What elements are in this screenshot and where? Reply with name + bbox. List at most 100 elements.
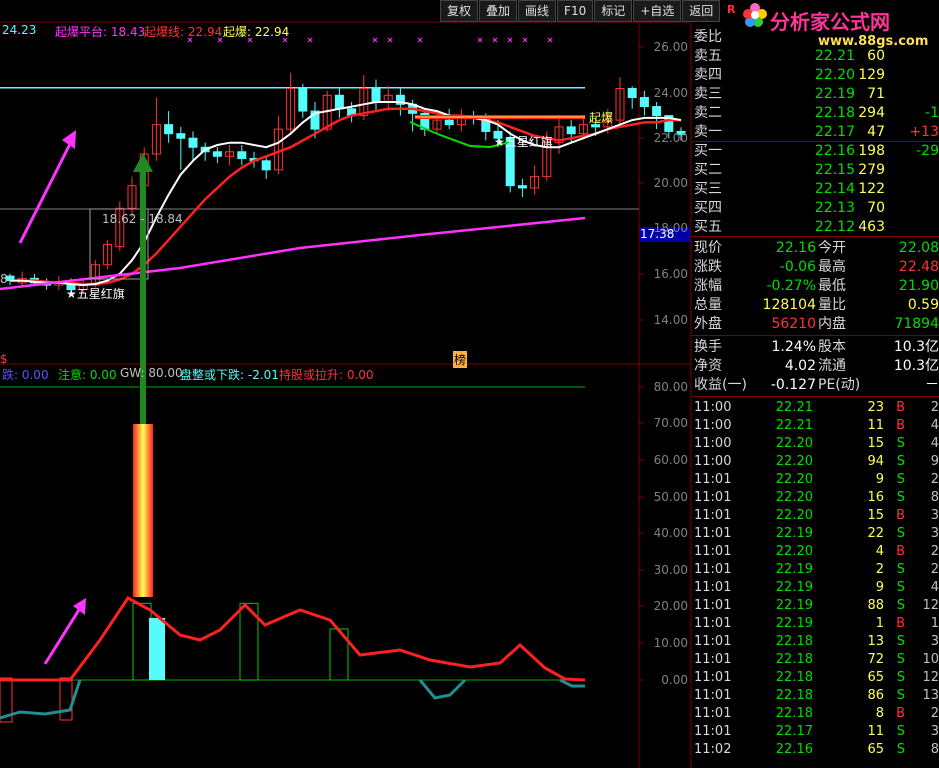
tick-side: S [896, 472, 905, 487]
candle-down [164, 124, 174, 135]
tick-price: 22.19 [775, 580, 813, 595]
tick-count: 4 [930, 418, 939, 433]
stat2-label-2: 流通 [818, 358, 846, 374]
tick-count: 8 [930, 490, 939, 505]
tick-list[interactable]: 11:00 22.21 23 B 2 11:00 22.21 11 B 4 11:00 22.20 15… [692, 399, 939, 768]
tick-side: S [896, 634, 905, 649]
ind-tick: 40.00 [653, 526, 688, 540]
tick-row: 11:00 22.21 11 B 4 [692, 417, 939, 435]
tick-time: 11:01 [694, 490, 732, 505]
top-marker-cross [522, 37, 528, 43]
hold-readout: 持股或拉升: 0.00 [279, 368, 374, 382]
stat-value-2: 0.59 [907, 297, 939, 313]
tick-time: 11:02 [694, 742, 732, 757]
price-tick: 20.00 [653, 176, 688, 190]
indicator-teal-line-mid [418, 678, 467, 700]
gw-readout: GW: 80.00 [120, 366, 183, 380]
registered-badge: R [727, 3, 736, 16]
tick-time: 11:00 [694, 418, 732, 433]
tick-row: 11:01 22.18 8 B 2 [692, 705, 939, 723]
draw-line-button[interactable]: 画线 [518, 0, 557, 22]
flower-logo-icon [742, 2, 768, 28]
ind-tick: 70.00 [653, 416, 688, 430]
bid-volume: 198 [858, 143, 885, 159]
price-tick: 14.00 [653, 313, 688, 327]
add-watchlist-button[interactable]: +自选 [633, 0, 682, 22]
back-button[interactable]: 返回 [682, 0, 721, 22]
ask-row: 卖二 22.18 294 -1 [692, 104, 939, 123]
price-tick: 22.00 [653, 131, 688, 145]
stat-label: 总量 [694, 297, 722, 313]
ask-volume: 129 [858, 67, 885, 83]
ask-label: 卖四 [694, 67, 722, 83]
bang-tag: 榜 [453, 351, 468, 368]
magenta-arrow-head-ind [73, 598, 86, 615]
candle-down [566, 126, 576, 135]
stat2-value: -0.127 [770, 377, 816, 393]
bid-label: 买二 [694, 162, 722, 178]
tick-side: B [896, 706, 905, 721]
stat2-value-2: 10.3亿 [893, 339, 939, 355]
ind-tick: 50.00 [653, 490, 688, 504]
tick-volume: 13 [867, 634, 884, 649]
candle-down [652, 106, 662, 117]
stat2-label-2: 股本 [818, 339, 846, 355]
tick-time: 11:00 [694, 454, 732, 469]
stat2-value-2: 10.3亿 [893, 358, 939, 374]
stock-chart-window: 复权 叠加 画线 F10 标记 +自选 返回 R 分析家公式网 www.88gs… [0, 0, 939, 768]
tick-side: S [896, 436, 905, 451]
tick-count: 2 [930, 562, 939, 577]
stat2-row: 净资 4.02 流通 10.3亿 [692, 357, 939, 376]
tick-volume: 94 [867, 454, 884, 469]
tick-price: 22.18 [775, 634, 813, 649]
tick-volume: 22 [867, 526, 884, 541]
tick-row: 11:01 22.19 9 S 4 [692, 579, 939, 597]
tick-side: S [896, 742, 905, 757]
tick-row: 11:01 22.18 13 S 3 [692, 633, 939, 651]
bid-row: 买二 22.15 279 [692, 161, 939, 180]
stat-label-2: 最低 [818, 278, 846, 294]
stat-value: 128104 [762, 297, 816, 313]
bid-label: 买四 [694, 200, 722, 216]
bid-volume: 279 [858, 162, 885, 178]
bid-price: 22.15 [814, 162, 855, 178]
restore-rights-button[interactable]: 复权 [440, 0, 479, 22]
overlay-button[interactable]: 叠加 [479, 0, 518, 22]
candle-down [237, 151, 247, 160]
stat-label: 外盘 [694, 316, 722, 332]
mark-button[interactable]: 标记 [594, 0, 633, 22]
tick-row: 11:01 22.17 11 S 3 [692, 723, 939, 741]
tick-volume: 2 [875, 562, 884, 577]
tick-side: S [896, 562, 905, 577]
stat-row: 外盘 56210 内盘 71894 [692, 315, 939, 334]
tick-price: 22.16 [775, 742, 813, 757]
ask-price: 22.20 [814, 67, 855, 83]
stat-label-2: 量比 [818, 297, 846, 313]
signal-volume-bar [133, 424, 153, 597]
tick-count: 13 [922, 688, 939, 703]
tick-price: 22.19 [775, 526, 813, 541]
stat-value: -0.06 [779, 259, 816, 275]
ask-row: 卖五 22.21 60 [692, 47, 939, 66]
candle-down [334, 94, 344, 110]
stat2-value-2: － [925, 377, 939, 393]
ind-tick: 20.00 [653, 599, 688, 613]
ask-price: 22.19 [814, 86, 855, 102]
tick-price: 22.19 [775, 598, 813, 613]
tick-side: S [896, 652, 905, 667]
bid-row: 买四 22.13 70 [692, 199, 939, 218]
tick-side: B [896, 616, 905, 631]
tick-time: 11:00 [694, 400, 732, 415]
ask-price: 22.21 [814, 48, 855, 64]
tick-count: 12 [922, 598, 939, 613]
ask-volume: 60 [867, 48, 885, 64]
tick-price: 22.17 [775, 724, 813, 739]
top-marker-cross [507, 37, 513, 43]
stat-value-2: 22.48 [898, 259, 939, 275]
tick-volume: 88 [867, 598, 884, 613]
stat2-label-2: PE(动) [818, 377, 861, 393]
quote-panel: 委比 卖五 22.21 60 卖四 22.20 129 卖三 22.19 71 卖二 22.18 29… [692, 28, 939, 768]
tick-price: 22.18 [775, 706, 813, 721]
tick-count: 1 [930, 616, 939, 631]
f10-button[interactable]: F10 [557, 0, 594, 22]
